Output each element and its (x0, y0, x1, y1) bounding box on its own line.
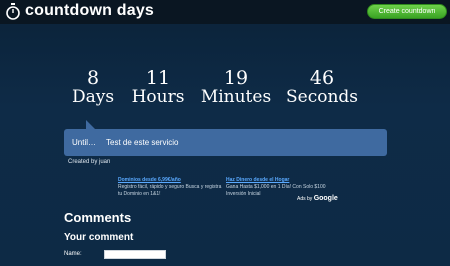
countdown-minutes: 19 Minutes (199, 68, 273, 106)
days-label: Days (71, 87, 115, 107)
countdown-days: 8 Days (70, 68, 116, 106)
ad-link[interactable]: Dominios desde 6,99€/año (118, 177, 224, 184)
created-by: Created by juan (68, 159, 111, 165)
until-label: Until… (72, 138, 97, 147)
until-banner: Until… Test de este servicio (64, 129, 387, 156)
comments-heading: Comments (64, 210, 132, 225)
minutes-label: Minutes (200, 87, 272, 107)
name-input[interactable] (104, 250, 166, 259)
hours-label: Hours (131, 87, 185, 107)
name-label: Name: (64, 251, 82, 257)
seconds-label: Seconds (285, 87, 359, 107)
stopwatch-icon[interactable] (5, 3, 21, 20)
hours-value: 11 (145, 67, 171, 89)
ad-link[interactable]: Haz Dinero desde el Hogar (226, 177, 336, 184)
minutes-value: 19 (223, 67, 249, 89)
until-event-title: Test de este servicio (106, 138, 179, 147)
ad-block: Dominios desde 6,99€/año Registro fácil,… (118, 177, 224, 198)
google-logo: Google (313, 195, 338, 202)
ads-by-google[interactable]: Ads by Google (297, 195, 338, 202)
days-value: 8 (86, 67, 100, 89)
top-bar: countdown days Create countdown (0, 0, 450, 24)
create-countdown-button[interactable]: Create countdown (367, 4, 447, 19)
countdown-seconds: 46 Seconds (285, 68, 359, 106)
ads-by-prefix: Ads by (297, 196, 313, 202)
countdown-hours: 11 Hours (128, 68, 188, 106)
brand-title[interactable]: countdown days (25, 2, 154, 20)
your-comment-heading: Your comment (64, 232, 134, 243)
ad-body: Registro fácil, rápido y seguro Busca y … (118, 184, 222, 197)
seconds-value: 46 (309, 67, 335, 89)
